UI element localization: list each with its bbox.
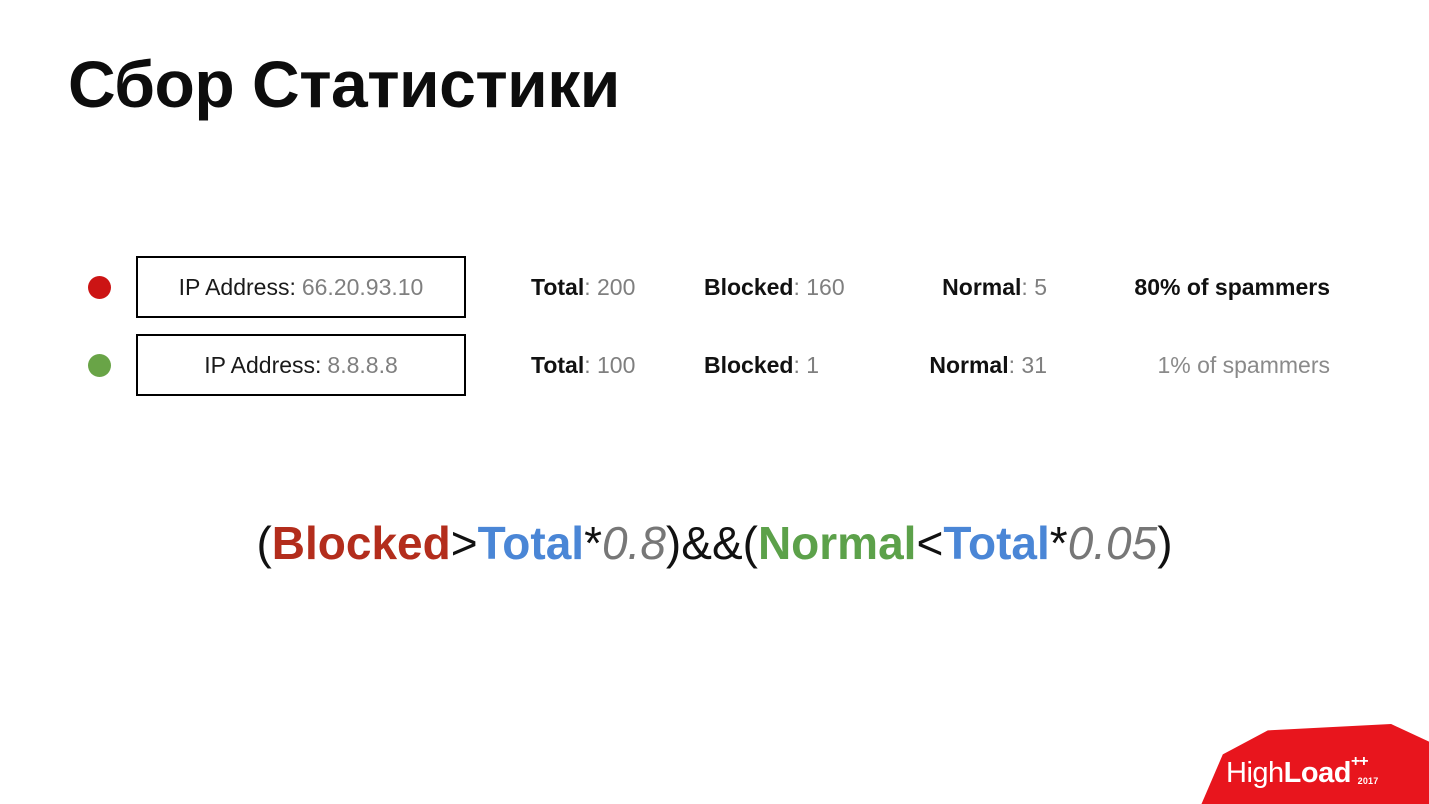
open-paren: ( <box>742 517 758 569</box>
close-paren: ) <box>665 517 682 569</box>
total-cell: Total: 100 <box>531 351 636 378</box>
formula-term-total: Total <box>477 517 585 569</box>
formula-number: 0.05 <box>1067 517 1158 569</box>
ip-address-label: IP Address: <box>204 351 322 378</box>
page-title: Сбор Статистики <box>68 47 620 121</box>
logo-plus-plus: ++ <box>1350 753 1369 771</box>
total-value: 200 <box>597 273 636 300</box>
spammer-percentage: 1% of spammers <box>1157 351 1330 378</box>
formula-term-blocked: Blocked <box>271 517 451 569</box>
ip-address-text: IP Address: 66.20.93.10 <box>179 274 424 301</box>
formula-number: 0.8 <box>601 517 666 569</box>
status-dot-icon <box>88 275 111 299</box>
table-row: IP Address: 66.20.93.10 Total: 200 Blocke… <box>88 248 1338 326</box>
normal-label: Normal <box>942 273 1022 300</box>
logo-text: HighLoad++ 2017 <box>1226 754 1388 789</box>
slide: Сбор Статистики IP Address: 66.20.93.10 T… <box>0 0 1429 804</box>
blocked-value: 160 <box>806 273 845 300</box>
logo-word-high: High <box>1226 757 1284 789</box>
normal-value: 5 <box>1034 273 1047 300</box>
open-paren: ( <box>256 517 272 569</box>
total-value: 100 <box>597 351 636 378</box>
status-dot-cell <box>88 275 136 299</box>
blocked-label: Blocked <box>704 273 794 300</box>
logo-year: 2017 <box>1357 776 1379 786</box>
ip-address-box: IP Address: 66.20.93.10 <box>136 256 466 318</box>
ip-address-value: 8.8.8.8 <box>327 351 398 378</box>
operator-multiply: * <box>584 517 602 569</box>
detection-formula: (Blocked>Total*0.8)&&(Normal<Total*0.05) <box>0 520 1429 566</box>
operator-and-first: & <box>681 517 712 569</box>
ip-address-label: IP Address: <box>178 273 296 300</box>
blocked-label: Blocked <box>704 351 794 378</box>
operator-greater-than: > <box>450 517 478 569</box>
status-dot-cell <box>88 353 136 377</box>
operator-less-than: < <box>916 517 944 569</box>
total-label: Total <box>531 273 585 300</box>
close-paren: ) <box>1157 517 1173 569</box>
blocked-cell: Blocked: 1 <box>704 351 820 378</box>
normal-value: 31 <box>1021 351 1047 378</box>
status-dot-icon <box>88 353 111 377</box>
normal-cell: Normal: 5 <box>942 273 1047 300</box>
operator-and-second: & <box>711 517 743 569</box>
table-row: IP Address: 8.8.8.8 Total: 100 Blocked: 1… <box>88 326 1338 404</box>
logo-word-load: Load <box>1283 757 1352 789</box>
formula-term-total: Total <box>943 517 1050 569</box>
blocked-value: 1 <box>806 351 820 378</box>
highload-logo: HighLoad++ 2017 <box>1192 724 1429 804</box>
statistics-table: IP Address: 66.20.93.10 Total: 200 Blocke… <box>88 248 1338 404</box>
total-label: Total <box>531 351 585 378</box>
operator-multiply: * <box>1049 517 1068 569</box>
total-cell: Total: 200 <box>531 273 636 300</box>
ip-address-value: 66.20.93.10 <box>301 273 424 300</box>
normal-label: Normal <box>929 351 1009 378</box>
blocked-cell: Blocked: 160 <box>704 273 845 300</box>
ip-address-box: IP Address: 8.8.8.8 <box>136 334 466 396</box>
formula-term-normal: Normal <box>757 517 917 569</box>
ip-address-text: IP Address: 8.8.8.8 <box>204 352 398 379</box>
normal-cell: Normal: 31 <box>929 351 1047 378</box>
spammer-percentage: 80% of spammers <box>1134 273 1330 300</box>
